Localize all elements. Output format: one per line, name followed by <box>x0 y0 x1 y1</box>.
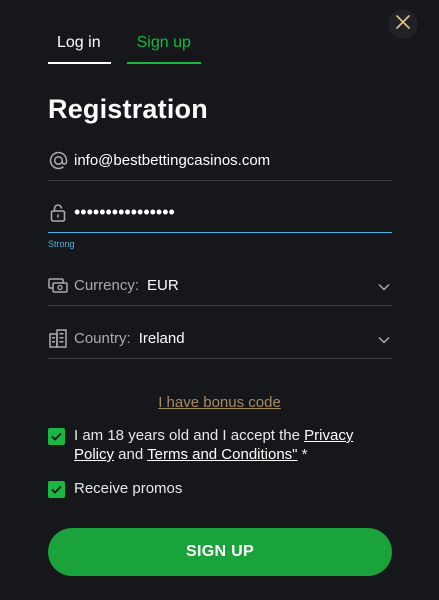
currency-icon <box>48 275 68 295</box>
sign-up-button[interactable]: SIGN UP <box>48 528 392 576</box>
terms-text: I am 18 years old and I accept the Priva… <box>74 426 378 464</box>
password-input[interactable] <box>74 201 374 223</box>
country-select[interactable]: Country: Ireland <box>48 318 392 359</box>
building-icon <box>48 328 68 348</box>
tab-signup[interactable]: Sign up <box>126 30 201 64</box>
close-icon <box>396 14 410 34</box>
promos-consent: Receive promos <box>48 479 378 498</box>
password-field <box>48 192 392 233</box>
terms-and: and <box>114 446 148 463</box>
email-field <box>48 140 392 181</box>
promos-label: Receive promos <box>74 480 183 497</box>
at-icon <box>48 150 68 170</box>
page-title: Registration <box>48 94 208 124</box>
terms-suffix: * <box>297 446 308 463</box>
tab-login[interactable]: Log in <box>48 30 111 64</box>
terms-checkbox[interactable] <box>48 428 65 445</box>
check-icon <box>51 428 62 446</box>
email-input[interactable] <box>74 151 374 169</box>
currency-select[interactable]: Currency: EUR <box>48 265 392 306</box>
bonus-code-row: I have bonus code <box>0 394 439 411</box>
registration-modal: Log in Sign up Registration Strong Curre… <box>0 0 439 600</box>
currency-value: EUR <box>147 276 179 294</box>
terms-prefix: I am 18 years old and I accept the <box>74 427 305 444</box>
promos-checkbox[interactable] <box>48 481 65 498</box>
close-button[interactable] <box>388 9 418 39</box>
chevron-down-icon <box>378 331 390 349</box>
country-value: Ireland <box>138 329 185 347</box>
auth-tabs: Log in Sign up <box>48 30 201 64</box>
chevron-down-icon <box>378 278 390 296</box>
terms-conditions-link[interactable]: Terms and Conditions" <box>147 446 297 463</box>
lock-icon <box>48 202 68 222</box>
country-label: Country: <box>74 329 131 347</box>
currency-label: Currency: <box>74 276 140 294</box>
bonus-code-link[interactable]: I have bonus code <box>158 394 281 411</box>
terms-consent: I am 18 years old and I accept the Priva… <box>48 426 378 464</box>
check-icon <box>51 481 62 499</box>
password-strength: Strong <box>48 239 75 249</box>
